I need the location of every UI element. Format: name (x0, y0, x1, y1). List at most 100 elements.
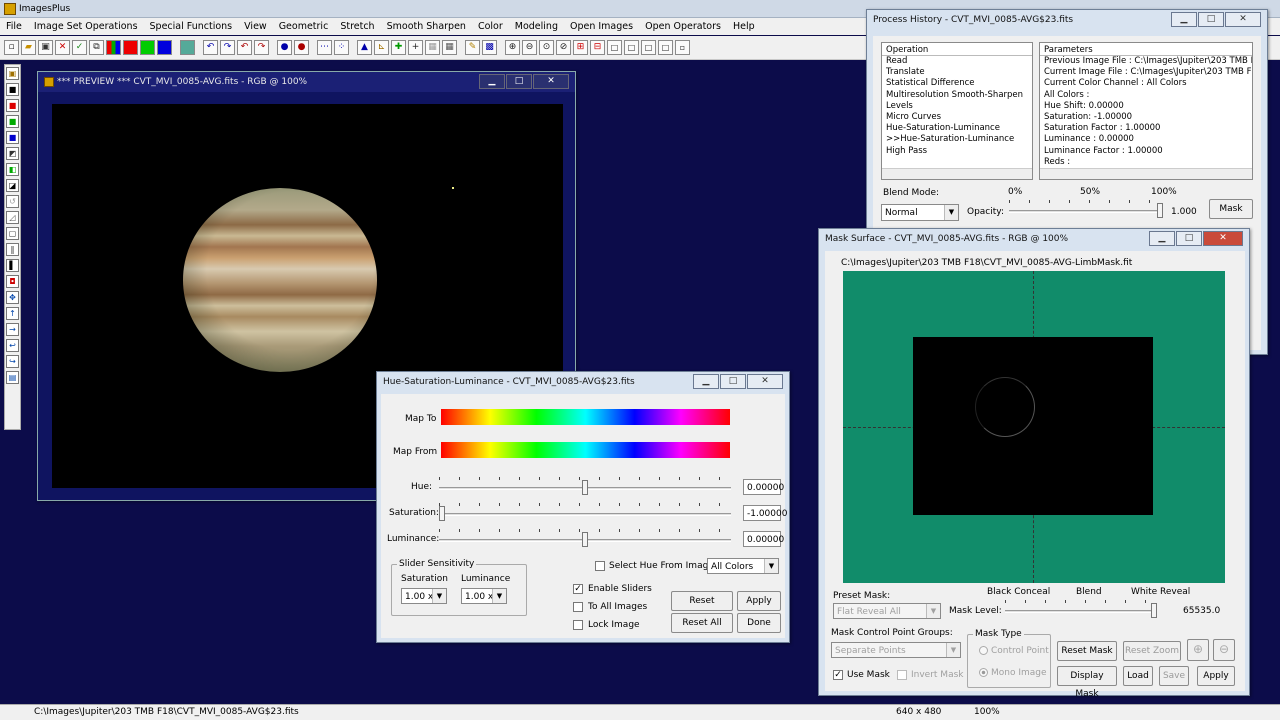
parameters-hscroll[interactable] (1040, 168, 1252, 179)
cp-groups-select[interactable]: Separate Points ▼ (831, 642, 961, 658)
operation-item[interactable]: Statistical Difference (882, 78, 1032, 89)
select-hue-checkbox[interactable] (595, 561, 605, 571)
diagonal-icon[interactable]: ◿ (6, 211, 19, 224)
menu-stretch[interactable]: Stretch (334, 21, 380, 32)
close-icon[interactable]: ✕ (55, 40, 70, 55)
luminance-channel-icon[interactable] (180, 40, 195, 55)
zoom-out-button[interactable]: ⊖ (1213, 639, 1235, 661)
menu-open-operators[interactable]: Open Operators (639, 21, 727, 32)
operation-item[interactable]: Hue-Saturation-Luminance (882, 123, 1032, 134)
apply-button[interactable]: Apply (737, 591, 781, 611)
zoom-in-button[interactable]: ⊕ (1187, 639, 1209, 661)
opacity-slider[interactable] (1009, 200, 1163, 218)
use-mask-checkbox[interactable]: ✓ (833, 670, 843, 680)
add-red-icon[interactable]: ⊞ (573, 40, 588, 55)
copy-icon[interactable]: ⧉ (89, 40, 104, 55)
menu-modeling[interactable]: Modeling (509, 21, 564, 32)
pencil-icon[interactable]: ✎ (465, 40, 480, 55)
move-icon[interactable]: ✥ (6, 291, 19, 304)
to-all-images-checkbox[interactable] (573, 602, 583, 612)
save-small-icon[interactable]: ▣ (6, 67, 19, 80)
black-bar-icon[interactable]: ▌ (6, 259, 19, 272)
hue-value-field[interactable]: 0.00000 (743, 479, 784, 495)
arrow-left-back-icon[interactable]: ↩ (6, 339, 19, 352)
hue-slider-thumb[interactable] (582, 480, 588, 495)
record-icon[interactable]: ● (277, 40, 292, 55)
luminance-sensitivity-select[interactable]: 1.00 x ▼ (461, 588, 507, 604)
menu-file[interactable]: File (0, 21, 28, 32)
load-button[interactable]: Load (1123, 666, 1153, 686)
saturation-slider-thumb[interactable] (439, 506, 445, 521)
ms-minimize-button[interactable]: ▁ (1149, 231, 1175, 246)
undo-all-icon[interactable]: ↶ (237, 40, 252, 55)
check-icon[interactable]: ✓ (72, 40, 87, 55)
record-stop-icon[interactable]: ● (294, 40, 309, 55)
operation-item[interactable]: Translate (882, 67, 1032, 78)
saturation-value-field[interactable]: -1.00000 (743, 505, 787, 521)
ruler-icon[interactable]: ⊾ (374, 40, 389, 55)
save-button[interactable]: Save (1159, 666, 1189, 686)
arrow-down-return-icon[interactable]: ↪ (6, 355, 19, 368)
ph-maximize-button[interactable]: □ (1198, 12, 1224, 27)
crop-icon[interactable]: ◘ (6, 275, 19, 288)
red-channel-icon[interactable] (123, 40, 138, 55)
zoom-reset-icon[interactable]: ⊘ (556, 40, 571, 55)
hue-slider[interactable] (439, 477, 731, 495)
ph-close-button[interactable]: ✕ (1225, 12, 1261, 27)
levels-icon[interactable]: ‖ (6, 243, 19, 256)
square-3-icon[interactable]: □ (641, 40, 656, 55)
reset-all-button[interactable]: Reset All (671, 613, 733, 633)
operation-item[interactable]: High Pass (882, 146, 1032, 157)
new-file-icon[interactable]: ▫ (4, 40, 19, 55)
black-white-icon[interactable]: ◪ (6, 179, 19, 192)
black-square-icon[interactable]: ■ (6, 83, 19, 96)
menu-image-set-operations[interactable]: Image Set Operations (28, 21, 144, 32)
mask-level-slider[interactable] (1005, 600, 1157, 618)
preset-mask-select[interactable]: Flat Reveal All ▼ (833, 603, 941, 619)
operation-item[interactable]: Multiresolution Smooth-Sharpen (882, 90, 1032, 101)
square-4-icon[interactable]: □ (658, 40, 673, 55)
zoom-out-icon[interactable]: ⊖ (522, 40, 537, 55)
menu-view[interactable]: View (238, 21, 273, 32)
triangle-tool-icon[interactable]: ▲ (357, 40, 372, 55)
mask-canvas[interactable] (843, 271, 1225, 583)
menu-color[interactable]: Color (472, 21, 509, 32)
saturation-sensitivity-select[interactable]: 1.00 x ▼ (401, 588, 447, 604)
dotted-line-icon[interactable]: ⋯ (317, 40, 332, 55)
blend-mode-select[interactable]: Normal ▼ (881, 204, 959, 221)
undo-icon[interactable]: ↶ (203, 40, 218, 55)
done-button[interactable]: Done (737, 613, 781, 633)
redo-icon[interactable]: ↷ (220, 40, 235, 55)
operation-column-header[interactable]: Operation (882, 44, 1032, 56)
square-5-icon[interactable]: ▫ (675, 40, 690, 55)
redo-all-icon[interactable]: ↷ (254, 40, 269, 55)
parameters-column-header[interactable]: Parameters (1040, 44, 1252, 56)
frame-icon[interactable]: ▢ (6, 227, 19, 240)
crosshair-icon[interactable]: + (408, 40, 423, 55)
luminance-slider-thumb[interactable] (582, 532, 588, 547)
ms-close-button[interactable]: ✕ (1203, 231, 1243, 246)
zoom-fit-icon[interactable]: ⊙ (539, 40, 554, 55)
saturation-slider[interactable] (439, 503, 731, 521)
square-1-icon[interactable]: □ (607, 40, 622, 55)
display-mask-button[interactable]: Display Mask (1057, 666, 1117, 699)
table-icon[interactable]: ▤ (6, 371, 19, 384)
preview-close-button[interactable]: ✕ (533, 74, 569, 89)
mask-button[interactable]: Mask (1209, 199, 1253, 219)
apply-button[interactable]: Apply (1197, 666, 1235, 686)
operation-item[interactable]: Levels (882, 101, 1032, 112)
opacity-slider-thumb[interactable] (1157, 203, 1163, 218)
ph-minimize-button[interactable]: ▁ (1171, 12, 1197, 27)
rotate-icon[interactable]: ↺ (6, 195, 19, 208)
zoom-in-icon[interactable]: ⊕ (505, 40, 520, 55)
operation-item[interactable]: Micro Curves (882, 112, 1032, 123)
luminance-value-field[interactable]: 0.00000 (743, 531, 784, 547)
operation-list[interactable]: Operation Read Translate Statistical Dif… (881, 42, 1033, 180)
blue-layer-icon[interactable]: ■ (6, 131, 19, 144)
arrow-up-icon[interactable]: ↑ (6, 307, 19, 320)
menu-special-functions[interactable]: Special Functions (144, 21, 239, 32)
grid-light-icon[interactable]: ▦ (425, 40, 440, 55)
mono-image-radio[interactable] (979, 668, 988, 677)
reset-button[interactable]: Reset (671, 591, 733, 611)
ms-maximize-button[interactable]: □ (1176, 231, 1202, 246)
